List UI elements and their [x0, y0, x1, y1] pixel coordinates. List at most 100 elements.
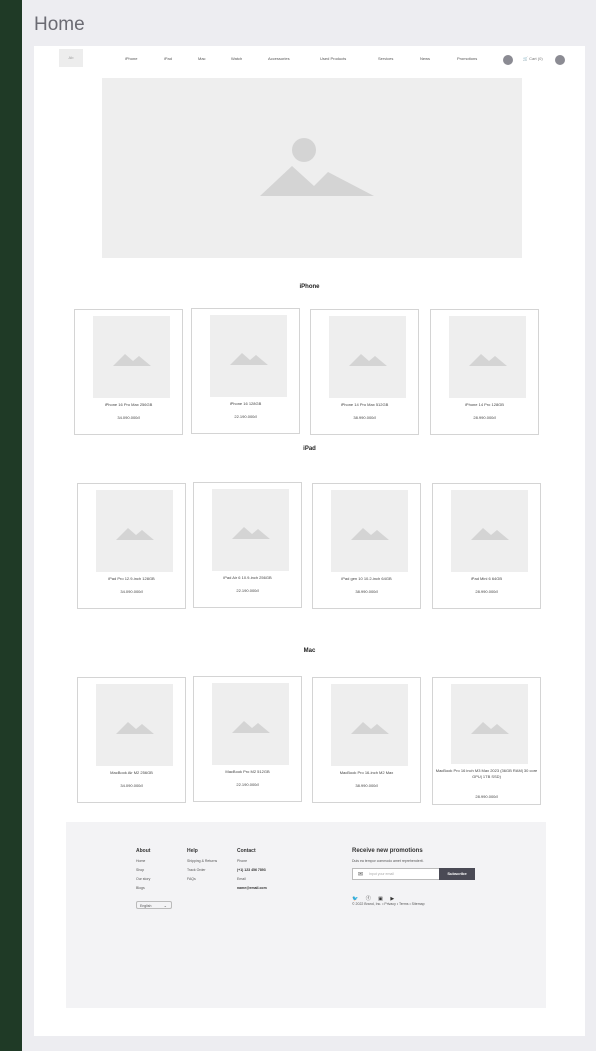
- image-placeholder-icon: [349, 354, 387, 366]
- product-name: iPad Pro 12.9-inch 128GB: [108, 576, 155, 581]
- product-card[interactable]: iPad gen 10 10.2-inch 64GB 38.990.000đ: [312, 483, 421, 609]
- image-placeholder-icon: [232, 527, 270, 539]
- product-price: 28.990.000đ: [475, 794, 498, 799]
- email-input[interactable]: ✉ Input your email: [352, 868, 440, 880]
- product-price: 22.190.000đ: [236, 782, 259, 787]
- cart-icon: 🛒: [523, 56, 528, 61]
- product-name: iPad gen 10 10.2-inch 64GB: [341, 576, 392, 581]
- footer-link-shop[interactable]: Shop: [136, 868, 144, 872]
- product-card[interactable]: iPad Air 6 10.9-inch 256GB 22.190.000đ: [193, 482, 302, 608]
- image-placeholder-icon: [260, 138, 374, 196]
- product-card[interactable]: MacBook Pro 16-inch M2 Max 38.990.000đ: [312, 677, 421, 803]
- product-image: [96, 684, 173, 766]
- product-name: iPhone 14 Pro Max 512GB: [340, 402, 389, 407]
- footer-link-our-story[interactable]: Our story: [136, 877, 150, 881]
- image-placeholder-icon: [471, 528, 509, 540]
- legal-links: © 2022 Brand, Inc. • Privacy • Terms • S…: [352, 902, 425, 906]
- image-placeholder-icon: [471, 722, 509, 734]
- product-name: MacBook Pro M2 512GB: [225, 769, 270, 774]
- account-icon[interactable]: [555, 55, 565, 65]
- product-image: [210, 315, 287, 397]
- promo-title: Receive new promotions: [352, 848, 423, 854]
- product-card[interactable]: MacBook Pro M2 512GB 22.190.000đ: [193, 676, 302, 802]
- footer-link-track-order[interactable]: Track Order: [187, 868, 206, 872]
- footer-contact-title: Contact: [237, 848, 256, 854]
- footer-help-title: Help: [187, 848, 198, 854]
- nav-item-watch[interactable]: Watch: [231, 56, 242, 61]
- footer-link-blogs[interactable]: Blogs: [136, 886, 145, 890]
- product-price: 22.190.000đ: [234, 414, 257, 419]
- product-name: iPhone 16 128GB: [229, 401, 262, 406]
- product-card[interactable]: iPhone 14 Pro 128GB 28.990.000đ: [430, 309, 539, 435]
- image-placeholder-icon: [230, 353, 268, 365]
- section-title-ipad: iPad: [303, 446, 316, 452]
- top-nav: Ab iPhone iPad Mac Watch Accessories Use…: [34, 46, 585, 72]
- footer-link-faqs[interactable]: FAQs: [187, 877, 196, 881]
- language-value: English: [140, 904, 152, 908]
- image-placeholder-icon: [116, 528, 154, 540]
- product-image: [449, 316, 526, 398]
- nav-item-used-products[interactable]: Used Products: [320, 56, 346, 61]
- nav-item-ipad[interactable]: iPad: [164, 56, 172, 61]
- footer: About Home Shop Our story Blogs English …: [66, 822, 546, 1008]
- product-name: iPad Mini 6 64GB: [470, 576, 503, 581]
- product-card[interactable]: iPad Pro 12.9-inch 128GB 34.090.000đ: [77, 483, 186, 609]
- nav-item-accessories[interactable]: Accessories: [268, 56, 290, 61]
- product-price: 28.990.000đ: [473, 415, 496, 420]
- facebook-icon[interactable]: ⓕ: [366, 895, 371, 902]
- hero-banner: [102, 78, 522, 258]
- product-image: [212, 683, 289, 765]
- product-image: [451, 490, 528, 572]
- footer-phone[interactable]: (+1) 123 456 7893: [237, 868, 266, 872]
- product-image: [331, 684, 408, 766]
- image-placeholder-icon: [113, 354, 151, 366]
- product-price: 22.190.000đ: [236, 588, 259, 593]
- image-placeholder-icon: [232, 721, 270, 733]
- product-card[interactable]: iPhone 16 128GB 22.190.000đ: [191, 308, 300, 434]
- product-name: MacBook Pro 16 inch M3 Max 2023 (36GB RA…: [435, 768, 538, 779]
- product-price: 38.990.000đ: [355, 783, 378, 788]
- promo-subtitle: Duis ea tempor commodo amet reprehenderi…: [352, 859, 424, 863]
- product-name: MacBook Pro 16-inch M2 Max: [339, 770, 394, 775]
- product-image: [329, 316, 406, 398]
- product-card[interactable]: iPhone 14 Pro Max 512GB 38.990.000đ: [310, 309, 419, 435]
- nav-item-news[interactable]: News: [420, 56, 430, 61]
- product-card[interactable]: iPhone 16 Pro Max 256GB 34.090.000đ: [74, 309, 183, 435]
- product-price: 38.990.000đ: [353, 415, 376, 420]
- footer-link-home[interactable]: Home: [136, 859, 145, 863]
- email-placeholder: Input your email: [369, 872, 394, 876]
- image-placeholder-icon: [351, 528, 389, 540]
- product-name: MacBook Air M2 256GB: [110, 770, 153, 775]
- nav-item-services[interactable]: Services: [378, 56, 393, 61]
- image-placeholder-icon: [351, 722, 389, 734]
- product-name: iPad Air 6 10.9-inch 256GB: [223, 575, 272, 580]
- footer-phone-label: Phone: [237, 859, 248, 863]
- product-image: [96, 490, 173, 572]
- product-card[interactable]: iPad Mini 6 64GB 28.990.000đ: [432, 483, 541, 609]
- section-title-mac: Mac: [303, 648, 316, 654]
- chevron-down-icon: ⌄: [163, 903, 167, 908]
- product-price: 34.090.000đ: [117, 415, 140, 420]
- cart-label: Cart (0): [529, 56, 543, 61]
- page-title: Home: [34, 14, 85, 35]
- image-placeholder-icon: [469, 354, 507, 366]
- language-select[interactable]: English ⌄: [136, 901, 172, 909]
- product-card[interactable]: MacBook Air M2 256GB 34.090.000đ: [77, 677, 186, 803]
- search-icon[interactable]: [503, 55, 513, 65]
- mail-icon: ✉: [358, 872, 364, 878]
- nav-item-iphone[interactable]: iPhone: [125, 56, 137, 61]
- subscribe-button[interactable]: Subscribe: [439, 868, 475, 880]
- logo[interactable]: Ab: [59, 49, 83, 67]
- footer-about-title: About: [136, 848, 151, 854]
- footer-link-shipping-returns[interactable]: Shipping & Returns: [187, 859, 217, 863]
- product-price: 28.990.000đ: [475, 589, 498, 594]
- nav-item-mac[interactable]: Mac: [198, 56, 206, 61]
- cart-link[interactable]: 🛒 Cart (0): [523, 56, 543, 61]
- product-image: [93, 316, 170, 398]
- product-card[interactable]: MacBook Pro 16 inch M3 Max 2023 (36GB RA…: [432, 677, 541, 805]
- product-image: [451, 684, 528, 764]
- page-card: Ab iPhone iPad Mac Watch Accessories Use…: [34, 46, 585, 1036]
- footer-email[interactable]: name@email.com: [237, 886, 267, 890]
- nav-item-promotions[interactable]: Promotions: [457, 56, 477, 61]
- image-placeholder-icon: [116, 722, 154, 734]
